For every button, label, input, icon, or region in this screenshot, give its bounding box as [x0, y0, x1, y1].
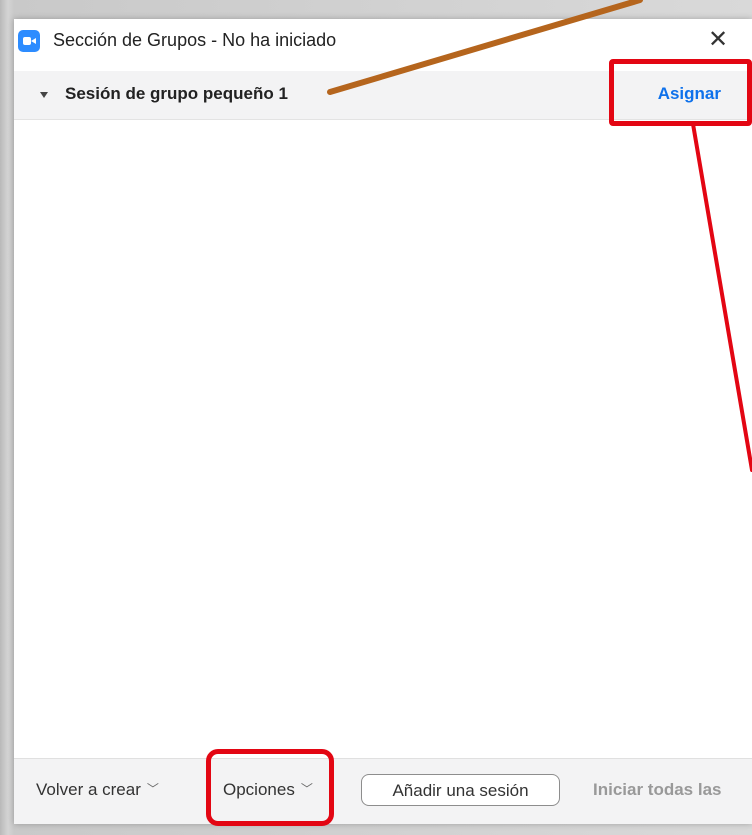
recreate-label: Volver a crear: [36, 780, 141, 799]
footer-toolbar: Volver a crear ﹀ Opciones ﹀ Añadir una ses…: [14, 758, 752, 824]
caret-down-icon[interactable]: [40, 92, 48, 98]
breakout-rooms-window: Sección de Grupos - No ha iniciado ✕ Ses…: [14, 19, 752, 824]
title-bar: Sección de Grupos - No ha iniciado ✕: [14, 19, 752, 63]
session-content-area: [14, 120, 752, 758]
annotation-highlight-options: [206, 749, 334, 826]
window-title: Sección de Grupos - No ha iniciado: [53, 30, 337, 50]
close-icon[interactable]: ✕: [706, 27, 730, 53]
chevron-down-icon: ﹀: [146, 782, 159, 796]
annotation-highlight-assign: [609, 59, 752, 126]
start-all-button[interactable]: Iniciar todas las: [593, 780, 722, 800]
add-session-button[interactable]: Añadir una sesión: [361, 774, 560, 806]
zoom-camera-icon: [18, 30, 40, 52]
session-name: Sesión de grupo pequeño 1: [65, 84, 288, 103]
recreate-button[interactable]: Volver a crear ﹀: [36, 780, 159, 800]
